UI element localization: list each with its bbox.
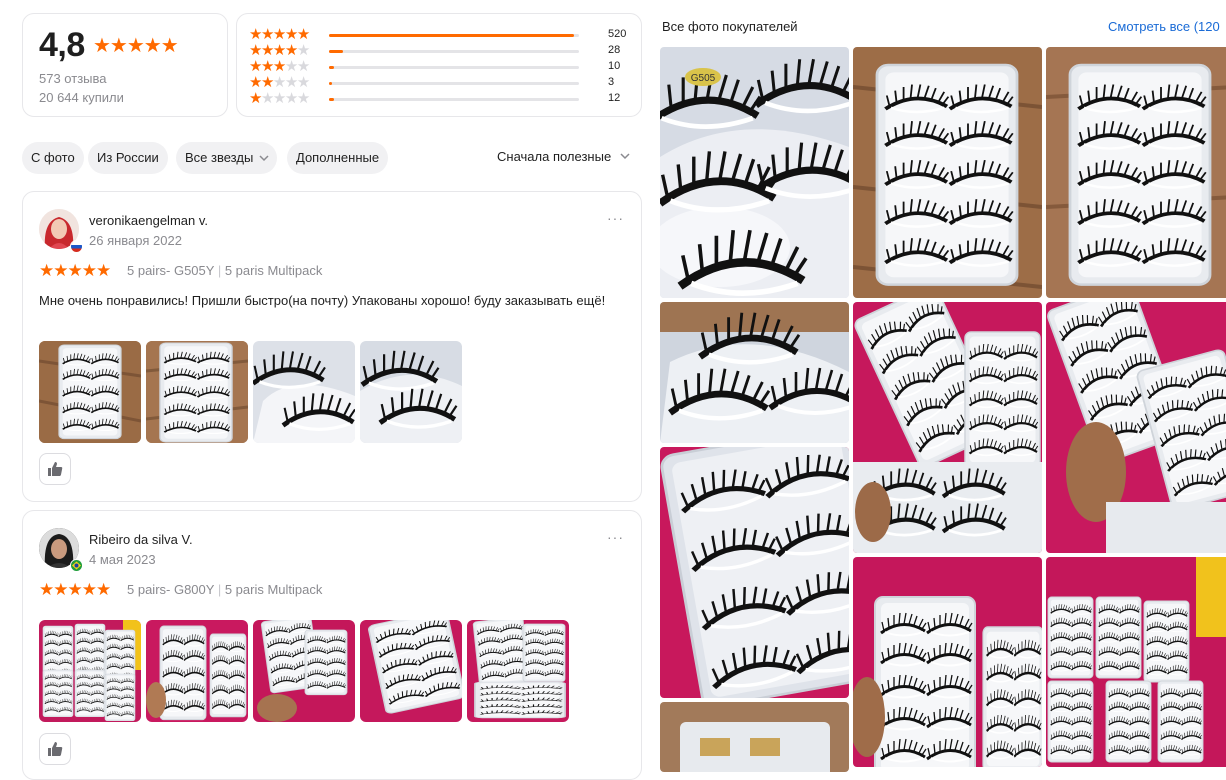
like-button[interactable]	[39, 453, 71, 485]
histogram-row[interactable]: ★★★★★ 520	[249, 27, 639, 43]
filter-with-photo[interactable]: С фото	[22, 142, 84, 174]
gallery-photo[interactable]: G505	[660, 47, 849, 298]
more-dots-icon[interactable]: ···	[607, 529, 624, 545]
review-author[interactable]: Ribeiro da silva V.	[89, 532, 193, 547]
rating-histogram-card: ★★★★★ 520 ★★★★★ 28 ★★★★★ 10 ★★★★★ 3 ★★★★★ 12	[236, 13, 642, 117]
chevron-down-icon	[620, 153, 630, 160]
more-dots-icon[interactable]: ···	[607, 210, 624, 226]
review-text: Мне очень понравились! Пришли быстро(на …	[39, 293, 606, 308]
histogram-count: 12	[608, 92, 621, 104]
filter-label: Дополненные	[296, 150, 380, 165]
review-photo[interactable]	[146, 620, 248, 722]
histogram-count: 520	[608, 28, 627, 40]
histogram-bar-track	[329, 98, 579, 101]
review-stars-icon: ★★★★★	[39, 580, 111, 599]
review-author[interactable]: veronikaengelman v.	[89, 213, 208, 228]
histogram-stars-icon: ★★★★★	[249, 58, 310, 75]
histogram-bar-fill	[329, 50, 343, 53]
filter-from-russia[interactable]: Из России	[88, 142, 168, 174]
variant-color: 5 pairs- G800Y	[127, 582, 215, 597]
review-photo[interactable]	[253, 620, 355, 722]
variant-color: 5 pairs- G505Y	[127, 263, 215, 278]
histogram-row[interactable]: ★★★★★ 28	[249, 43, 639, 59]
histogram-bar-track	[329, 34, 579, 37]
like-button[interactable]	[39, 733, 71, 765]
review-stars-icon: ★★★★★	[39, 261, 111, 280]
thumbs-up-icon	[48, 462, 63, 476]
rating-value: 4,8	[39, 26, 85, 64]
review-photo[interactable]	[146, 341, 248, 443]
sort-dropdown[interactable]: Сначала полезные	[497, 149, 630, 164]
russia-flag-icon	[70, 240, 83, 253]
variant-separator: |	[217, 263, 222, 278]
review-photo[interactable]	[39, 341, 141, 443]
gallery-photo[interactable]	[1046, 302, 1226, 553]
histogram-count: 3	[608, 76, 615, 88]
review-variant: 5 pairs- G505Y | 5 paris Multipack	[127, 263, 322, 278]
gallery-photo[interactable]	[660, 702, 849, 772]
histogram-bar-track	[329, 66, 579, 69]
reviews-count: 573 отзыва	[39, 71, 107, 86]
see-all-photos-link[interactable]: Смотреть все (120	[1108, 19, 1220, 34]
review-photo[interactable]	[467, 620, 569, 722]
gallery-photo[interactable]	[853, 302, 1042, 553]
rating-summary-card: 4,8 ★★★★★ 573 отзыва 20 644 купили	[22, 13, 228, 117]
brazil-flag-icon	[70, 559, 83, 572]
review-variant: 5 pairs- G800Y | 5 paris Multipack	[127, 582, 322, 597]
thumbs-up-icon	[48, 742, 63, 756]
histogram-row[interactable]: ★★★★★ 3	[249, 75, 639, 91]
histogram-row[interactable]: ★★★★★ 12	[249, 91, 639, 107]
filter-label: С фото	[31, 150, 75, 165]
review-date: 26 января 2022	[89, 233, 182, 248]
gallery-photo[interactable]	[1046, 47, 1226, 298]
histogram-stars-icon: ★★★★★	[249, 42, 310, 59]
gallery-photo[interactable]	[660, 302, 849, 443]
variant-separator: |	[217, 582, 222, 597]
review-card: veronikaengelman v. 26 января 2022 ··· ★…	[22, 191, 642, 502]
gallery-photo[interactable]	[660, 447, 849, 698]
histogram-stars-icon: ★★★★★	[249, 26, 310, 43]
histogram-bar-track	[329, 50, 579, 53]
sort-label: Сначала полезные	[497, 149, 612, 164]
histogram-stars-icon: ★★★★★	[249, 74, 310, 91]
rating-stars-icon: ★★★★★	[93, 35, 179, 57]
gallery-photo[interactable]	[853, 47, 1042, 298]
review-photo[interactable]	[39, 620, 141, 722]
variant-pack: 5 paris Multipack	[224, 263, 323, 278]
filter-supplemented[interactable]: Дополненные	[287, 142, 389, 174]
box-code-label: G505	[691, 73, 716, 84]
histogram-bar-fill	[329, 34, 574, 37]
filter-all-stars[interactable]: Все звезды	[176, 142, 278, 174]
histogram-bar-fill	[329, 66, 334, 69]
review-photo[interactable]	[360, 620, 462, 722]
review-date: 4 мая 2023	[89, 552, 156, 567]
histogram-stars-icon: ★★★★★	[249, 90, 310, 107]
histogram-count: 10	[608, 60, 621, 72]
variant-pack: 5 paris Multipack	[224, 582, 323, 597]
review-photo[interactable]	[253, 341, 355, 443]
histogram-bar-fill	[329, 98, 334, 101]
chevron-down-icon	[259, 155, 269, 162]
histogram-bar-track	[329, 82, 579, 85]
histogram-count: 28	[608, 44, 621, 56]
review-photo[interactable]	[360, 341, 462, 443]
filter-label: Все звезды	[185, 150, 254, 165]
gallery-title: Все фото покупателей	[662, 19, 798, 34]
histogram-row[interactable]: ★★★★★ 10	[249, 59, 639, 75]
filter-label: Из России	[97, 150, 159, 165]
gallery-photo[interactable]	[1046, 557, 1226, 767]
histogram-bar-fill	[329, 82, 332, 85]
review-card: Ribeiro da silva V. 4 мая 2023 ··· ★★★★★…	[22, 510, 642, 780]
gallery-photo[interactable]	[853, 557, 1042, 767]
bought-count: 20 644 купили	[39, 90, 124, 105]
